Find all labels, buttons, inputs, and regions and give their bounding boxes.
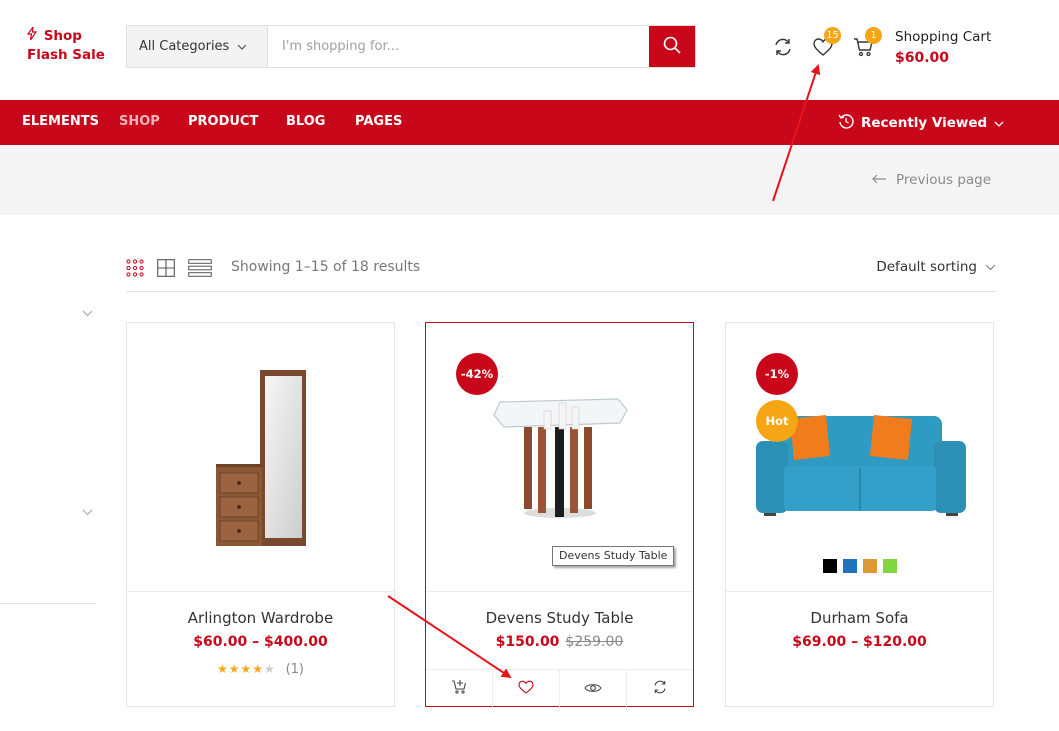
recently-viewed-label: Recently Viewed: [861, 115, 988, 131]
site-logo[interactable]: Shop Flash Sale: [26, 24, 105, 65]
heart-icon: [518, 679, 534, 698]
history-icon: [838, 113, 854, 133]
recently-viewed-toggle[interactable]: Recently Viewed: [838, 113, 1004, 133]
logo-line-2: Flash Sale: [27, 47, 105, 63]
chevron-down-icon: [985, 259, 996, 275]
chevron-down-icon: [994, 115, 1004, 131]
color-swatch-green[interactable]: [882, 559, 897, 573]
breadcrumb-bar: Previous page: [0, 145, 1059, 215]
previous-page-link[interactable]: Previous page: [872, 172, 991, 188]
search-icon: [663, 36, 681, 58]
search-button[interactable]: [649, 26, 695, 67]
hot-badge: Hot: [756, 400, 798, 442]
nav-item-blog[interactable]: BLOG: [286, 114, 325, 129]
product-price: $150.00 $259.00: [426, 634, 693, 650]
sorting-select[interactable]: Default sorting: [876, 259, 996, 275]
product-card[interactable]: -42% Devens Study Table $150.00 $259.00: [425, 322, 694, 707]
nav-item-product[interactable]: PRODUCT: [188, 114, 258, 129]
quick-view-button[interactable]: [560, 670, 627, 707]
wardrobe-image: [216, 370, 306, 546]
cart-total: $60.00: [895, 50, 950, 66]
nav-item-elements[interactable]: ELEMENTS: [22, 114, 99, 129]
color-swatches: [726, 559, 993, 573]
arrow-left-icon: [872, 172, 887, 188]
chevron-down-icon[interactable]: [82, 501, 93, 520]
eye-icon: [584, 679, 602, 698]
product-image[interactable]: [127, 323, 394, 592]
product-price: $60.00 – $400.00: [193, 634, 328, 650]
compare-icon[interactable]: [771, 35, 795, 59]
nav-item-shop[interactable]: SHOP: [119, 114, 160, 129]
category-select[interactable]: All Categories: [127, 26, 268, 67]
color-swatch-black[interactable]: [822, 559, 837, 573]
previous-page-label: Previous page: [896, 172, 992, 188]
result-count: Showing 1–15 of 18 results: [231, 259, 421, 275]
chevron-down-icon: [237, 39, 247, 54]
rating-stars: ★★★★★: [216, 662, 276, 676]
lightning-icon: [26, 24, 39, 46]
sidebar-divider: [0, 603, 96, 604]
compare-icon: [652, 679, 668, 699]
wishlist-count-badge: 15: [824, 27, 841, 44]
sale-badge: -1%: [756, 353, 798, 395]
product-name[interactable]: Durham Sofa: [726, 609, 993, 627]
chevron-down-icon[interactable]: [82, 302, 93, 321]
sorting-value: Default sorting: [876, 259, 977, 275]
cart-count-badge: 1: [865, 27, 882, 44]
grid-large-view-icon[interactable]: [157, 259, 175, 281]
product-sale-price: $150.00: [495, 634, 560, 650]
product-name[interactable]: Devens Study Table: [426, 609, 693, 627]
main-nav: ELEMENTS SHOP PRODUCT BLOG PAGES Recentl…: [0, 100, 1059, 145]
category-select-value: All Categories: [139, 39, 230, 54]
nav-item-pages[interactable]: PAGES: [355, 114, 402, 129]
product-old-price: $259.00: [565, 634, 624, 650]
color-swatch-orange[interactable]: [862, 559, 877, 573]
add-to-wishlist-button[interactable]: [493, 670, 560, 707]
product-rating: ★★★★★ (1): [127, 662, 394, 677]
search-bar: All Categories: [126, 25, 696, 68]
product-tooltip: Devens Study Table: [552, 546, 675, 566]
cart-summary[interactable]: Shopping Cart $60.00: [895, 27, 991, 69]
product-card[interactable]: -1% Hot Durham Sofa $69.00 – $120.00: [725, 322, 994, 707]
add-to-cart-icon: [451, 679, 467, 698]
cart-title: Shopping Cart: [895, 29, 992, 45]
add-to-cart-button[interactable]: [426, 670, 493, 707]
search-input[interactable]: [268, 26, 649, 67]
logo-line-1: Shop: [43, 28, 82, 44]
product-actions: [426, 669, 693, 707]
grid-small-view-icon[interactable]: [126, 259, 144, 281]
shop-toolbar: Showing 1–15 of 18 results Default sorti…: [126, 257, 996, 292]
product-card[interactable]: Arlington Wardrobe $60.00 – $400.00 ★★★★…: [126, 322, 395, 707]
rating-count: (1): [285, 662, 305, 677]
sale-badge: -42%: [456, 353, 498, 395]
list-view-icon[interactable]: [188, 259, 212, 281]
compare-button[interactable]: [627, 670, 693, 707]
color-swatch-blue[interactable]: [842, 559, 857, 573]
product-name[interactable]: Arlington Wardrobe: [127, 609, 394, 627]
product-price: $69.00 – $120.00: [792, 634, 927, 650]
